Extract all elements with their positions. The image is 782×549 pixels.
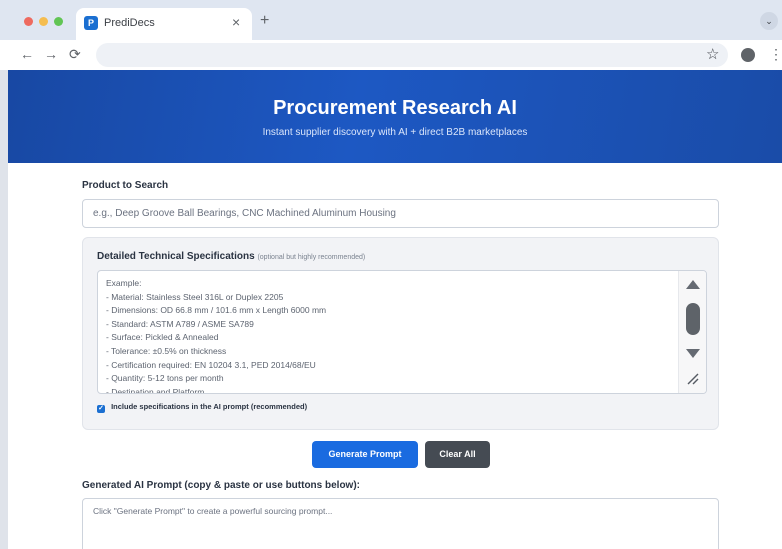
specifications-textarea[interactable]: Example: - Material: Stainless Steel 316L… <box>97 270 707 394</box>
site-favicon-icon: P <box>84 16 98 30</box>
specification-line: - Certification required: EN 10204 3.1, … <box>106 359 316 370</box>
page-subtitle: Instant supplier discovery with AI + dir… <box>262 127 528 138</box>
profile-avatar-icon[interactable] <box>741 48 755 62</box>
window-minimize-dot[interactable] <box>39 17 48 26</box>
specification-line: - Surface: Pickled & Annealed <box>106 332 219 343</box>
specifications-hint: (optional but highly recommended) <box>257 254 366 261</box>
bookmark-star-icon[interactable]: ☆ <box>706 45 719 63</box>
specifications-heading: Detailed Technical Specifications <box>97 251 255 262</box>
generate-prompt-button[interactable]: Generate Prompt <box>312 441 418 468</box>
generated-prompt-output[interactable] <box>82 498 719 549</box>
browser-tab-bar: P PrediDecs × + ⌄ <box>0 0 782 40</box>
page-viewport: Procurement Research AI Instant supplier… <box>8 70 782 549</box>
include-specs-option[interactable]: ✓ Include specifications in the AI promp… <box>97 402 307 413</box>
include-specs-label: Include specifications in the AI prompt … <box>111 402 308 411</box>
specifications-text: Example: - Material: Stainless Steel 316L… <box>106 277 676 394</box>
address-bar[interactable] <box>96 43 728 67</box>
include-specs-checkbox[interactable]: ✓ <box>97 405 105 413</box>
forward-arrow-icon[interactable]: → <box>44 46 58 62</box>
browser-menu-icon[interactable]: ⋮ <box>769 46 782 63</box>
scroll-up-arrow-icon[interactable] <box>686 280 700 289</box>
clear-all-button[interactable]: Clear All <box>425 441 490 468</box>
specifications-scrollbar[interactable] <box>678 271 706 393</box>
specification-line: Example: <box>106 278 142 288</box>
specification-line: - Quantity: 5-12 tons per month <box>106 373 224 384</box>
specification-line: - Tolerance: ±0.5% on thickness <box>106 345 227 356</box>
window-maximize-dot[interactable] <box>54 17 63 26</box>
specifications-panel: Detailed Technical Specifications (optio… <box>82 237 719 430</box>
specification-line: - Material: Stainless Steel 316L or Dupl… <box>106 291 284 302</box>
window-close-dot[interactable] <box>24 17 33 26</box>
hero-banner: Procurement Research AI Instant supplier… <box>8 70 782 163</box>
browser-tab[interactable]: P PrediDecs × <box>76 8 252 40</box>
reload-icon[interactable]: ⟳ <box>69 46 81 63</box>
product-label: Product to Search <box>82 180 169 191</box>
tab-title: PrediDecs <box>104 17 155 29</box>
resize-handle-icon[interactable] <box>685 371 699 385</box>
back-arrow-icon[interactable]: ← <box>20 46 34 62</box>
specification-line: - Destination and Platform... <box>106 386 212 394</box>
tab-close-icon[interactable]: × <box>232 14 240 30</box>
scroll-down-arrow-icon[interactable] <box>686 349 700 358</box>
generated-prompt-label: Generated AI Prompt (copy & paste or use… <box>82 480 360 491</box>
tab-search-chevron-icon[interactable]: ⌄ <box>760 12 778 30</box>
browser-toolbar: ← → ⟳ ☆ ⋮ <box>0 40 782 70</box>
specification-line: - Standard: ASTM A789 / ASME SA789 <box>106 318 254 329</box>
specifications-title: Detailed Technical Specifications (optio… <box>97 251 365 262</box>
specification-line: - Dimensions: OD 66.8 mm / 101.6 mm x Le… <box>106 305 327 316</box>
page-title: Procurement Research AI <box>273 97 517 119</box>
product-search-input[interactable] <box>82 199 719 228</box>
new-tab-icon[interactable]: + <box>260 12 269 30</box>
scroll-thumb[interactable] <box>686 303 700 335</box>
